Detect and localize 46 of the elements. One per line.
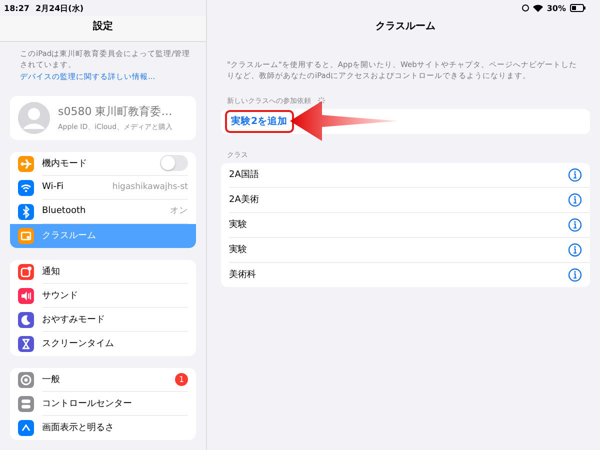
info-icon[interactable] [568,242,582,256]
settings-label: 一般 [42,374,60,386]
settings-label: コントロールセンター [42,398,132,410]
status-time: 18:27 [4,4,30,12]
add-class-button[interactable]: 実験2を追加 [225,110,294,132]
info-icon[interactable] [568,192,582,206]
battery-icon [570,4,586,12]
settings-item[interactable]: サウンド [10,284,196,308]
status-date: 2月24日(水) [35,2,84,14]
settings-item[interactable]: おやすみモード [10,308,196,332]
settings-label: おやすみモード [42,314,105,326]
settings-label: Bluetooth [42,206,86,216]
avatar-icon [18,102,50,134]
settings-label: サウンド [42,290,78,302]
settings-label: 機内モード [42,158,87,170]
wifi-icon [532,4,543,12]
profile-name: s0580 東川町教育委… [58,104,173,119]
info-icon[interactable] [568,218,582,232]
settings-item[interactable]: コントロールセンター [10,392,196,416]
settings-item[interactable]: 機内モード [10,152,196,176]
class-name: 実験 [229,218,247,231]
settings-value: オン [170,205,188,218]
settings-label: Wi-Fi [42,182,64,192]
battery-percent: 30% [546,4,566,12]
settings-item[interactable]: 一般 1 [10,368,196,392]
settings-item[interactable]: スクリーンタイム [10,332,196,356]
settings-label: 通知 [42,266,60,278]
lock-rotation-icon [522,4,529,12]
class-name: 美術科 [229,268,256,281]
toggle-switch[interactable] [160,155,188,172]
settings-item[interactable]: Wi-Fi higashikawajhs-st [10,176,196,200]
class-name: 2A美術 [229,194,259,206]
class-name: 2A国語 [229,168,259,181]
sidebar-title: 設定 [0,16,206,42]
settings-item[interactable]: 通知 [10,260,196,284]
info-icon[interactable] [568,268,582,282]
notification-badge: 1 [175,372,188,386]
page-title: クラスルーム [374,20,436,34]
spinner-icon [317,96,326,105]
settings-label: クラスルーム [42,230,96,242]
class-name: 実験 [229,244,247,256]
settings-label: 画面表示と明るさ [42,422,114,434]
settings-value: higashikawajhs-st [112,182,188,192]
info-icon[interactable] [568,168,582,182]
settings-label: スクリーンタイム [42,338,114,350]
settings-item[interactable]: 画面表示と明るさ [10,416,196,440]
